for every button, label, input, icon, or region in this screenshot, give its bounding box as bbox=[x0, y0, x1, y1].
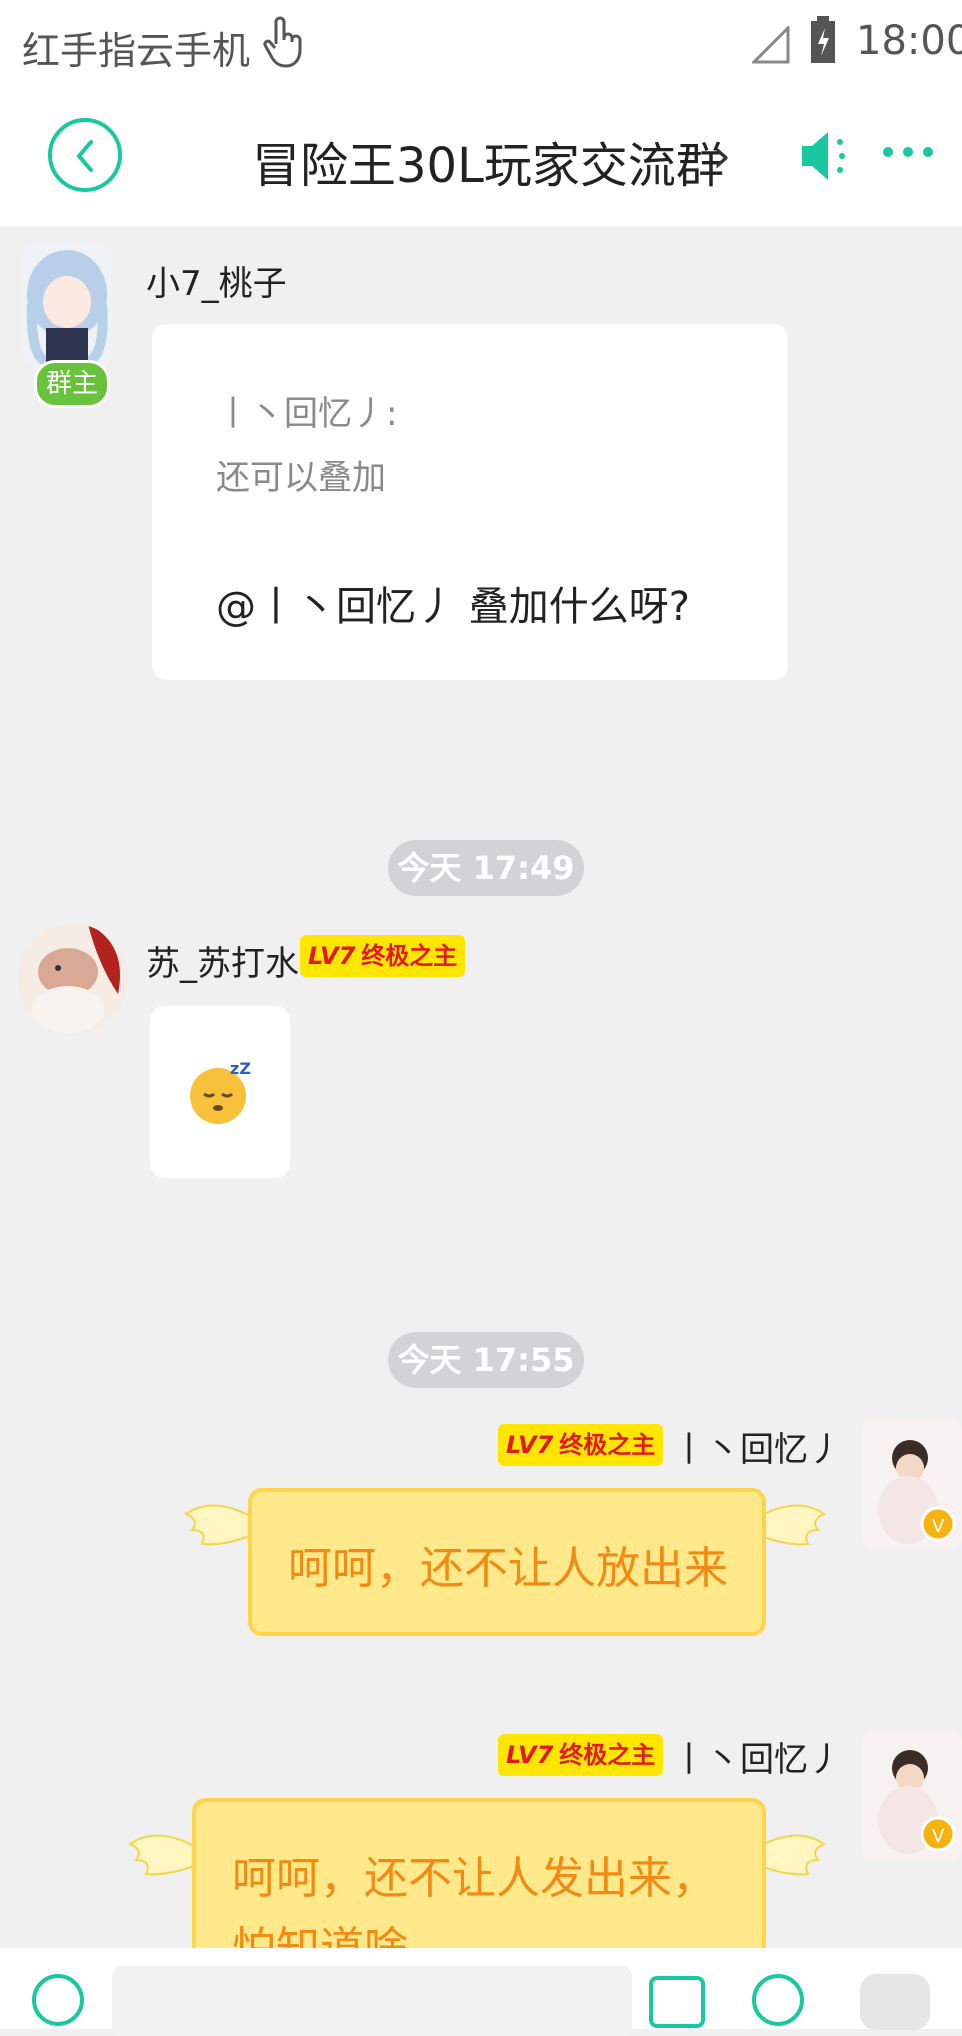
plus-icon[interactable] bbox=[860, 1970, 930, 2034]
chevron-left-icon bbox=[76, 140, 93, 172]
message-text: 呵呵，还不让人放出来 bbox=[288, 1543, 728, 1594]
level-badge: LV7 终极之主 bbox=[498, 1734, 664, 1776]
message-text: @丨丶回忆丿 叠加什么呀? bbox=[216, 584, 690, 630]
avatar[interactable]: V bbox=[862, 1420, 962, 1550]
level-badge: LV7 终极之主 bbox=[498, 1424, 664, 1466]
sender-name[interactable]: 丨丶回忆丿 bbox=[672, 1732, 842, 1781]
status-bar: 红手指云手机 18:00 bbox=[0, 0, 962, 92]
svg-text:V: V bbox=[932, 1516, 945, 1537]
status-time: 18:00 bbox=[856, 18, 962, 64]
right-wing-icon bbox=[758, 1496, 828, 1570]
badge-title: 终极之主 bbox=[361, 942, 458, 970]
chat-header: 冒险王30L玩家交流群 › bbox=[0, 92, 962, 226]
message-bubble[interactable]: zZ bbox=[150, 1006, 290, 1178]
input-bar bbox=[0, 1948, 962, 2036]
sleeping-face-icon: zZ bbox=[186, 1056, 256, 1130]
emoji-icon[interactable] bbox=[750, 1970, 806, 2034]
more-icon[interactable] bbox=[882, 144, 934, 164]
avatar[interactable] bbox=[22, 244, 112, 364]
status-app-name: 红手指云手机 bbox=[22, 29, 251, 73]
badge-level: LV7 bbox=[308, 942, 356, 970]
back-button[interactable] bbox=[48, 118, 122, 192]
message-bubble[interactable]: 呵呵，还不让人放出来 bbox=[248, 1488, 766, 1636]
sender-name[interactable]: 丨丶回忆丿 bbox=[672, 1422, 842, 1471]
timestamp: 今天 17:49 bbox=[388, 840, 584, 896]
image-icon[interactable] bbox=[648, 1970, 706, 2034]
svg-text:zZ: zZ bbox=[230, 1059, 251, 1078]
owner-tag: 群主 bbox=[34, 360, 110, 408]
group-title[interactable]: 冒险王30L玩家交流群 bbox=[252, 126, 724, 196]
avatar[interactable] bbox=[18, 924, 128, 1034]
sender-name[interactable]: 小7_桃子 bbox=[146, 256, 287, 305]
voice-icon[interactable] bbox=[30, 1970, 86, 2034]
svg-text:V: V bbox=[932, 1826, 945, 1847]
badge-level: LV7 bbox=[506, 1741, 554, 1769]
left-wing-icon bbox=[126, 1826, 196, 1900]
message-text-line1: 呵呵，还不让人发出来， bbox=[232, 1853, 716, 1904]
badge-title: 终极之主 bbox=[559, 1431, 656, 1459]
quoted-text: 还可以叠加 bbox=[216, 458, 386, 498]
chevron-right-icon[interactable]: › bbox=[712, 128, 731, 184]
avatar[interactable]: V bbox=[862, 1730, 962, 1860]
level-badge: LV7 终极之主 bbox=[300, 935, 466, 977]
quoted-sender: 丨丶回忆丿: bbox=[216, 394, 398, 434]
touch-hand-icon bbox=[262, 14, 306, 74]
timestamp: 今天 17:55 bbox=[388, 1332, 584, 1388]
badge-title: 终极之主 bbox=[559, 1741, 656, 1769]
sender-name[interactable]: 苏_苏打水 bbox=[146, 936, 299, 985]
signal-icon bbox=[750, 24, 790, 68]
speaker-icon[interactable] bbox=[798, 128, 858, 188]
battery-icon bbox=[810, 16, 836, 68]
left-wing-icon bbox=[182, 1496, 252, 1570]
badge-level: LV7 bbox=[506, 1431, 554, 1459]
message-input[interactable] bbox=[112, 1966, 632, 2036]
right-wing-icon bbox=[758, 1826, 828, 1900]
